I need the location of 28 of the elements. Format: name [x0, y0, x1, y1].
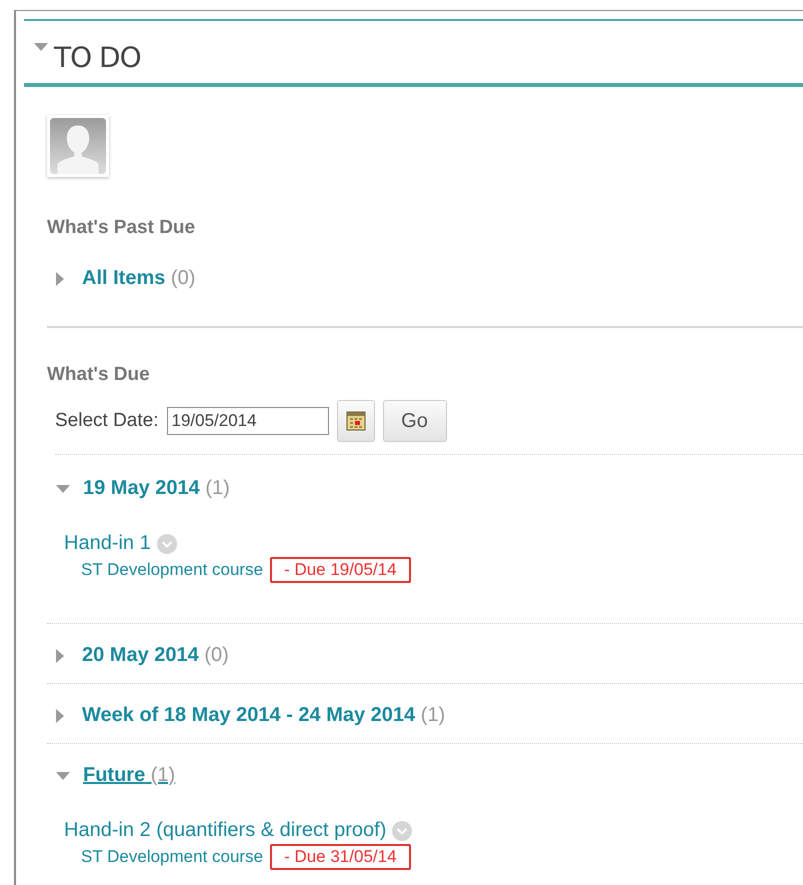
item-link[interactable]: Hand-in 2 (quantifiers & direct proof) [64, 819, 386, 842]
avatar-icon [47, 115, 109, 177]
section-heading: What's Past Due [47, 217, 196, 239]
group-link[interactable]: Week of 18 May 2014 - 24 May 2014 (1) [82, 704, 446, 727]
calendar-icon [346, 411, 366, 431]
section-heading: What's Due [47, 364, 151, 386]
group-link[interactable]: 19 May 2014 (1) [83, 477, 230, 500]
go-button[interactable]: Go [382, 400, 446, 442]
calendar-button[interactable] [336, 400, 374, 442]
collapse-arrow-icon[interactable] [34, 43, 48, 51]
group-link[interactable]: 20 May 2014 (0) [82, 644, 229, 667]
group-link[interactable]: Future (1) [83, 764, 176, 787]
options-chevron-icon[interactable] [156, 534, 177, 554]
options-chevron-icon[interactable] [392, 820, 412, 840]
expand-arrow-icon[interactable] [56, 648, 64, 662]
course-link[interactable]: ST Development course [81, 847, 264, 867]
collapse-arrow-icon[interactable] [56, 484, 70, 492]
due-date-label: - Due 31/05/14 [270, 844, 411, 870]
course-link[interactable]: ST Development course [81, 560, 264, 580]
expand-arrow-icon[interactable] [56, 272, 64, 286]
expand-arrow-icon[interactable] [56, 708, 64, 722]
item-link[interactable]: Hand-in 1 [64, 532, 151, 555]
due-date-label: - Due 19/05/14 [270, 557, 411, 583]
module-title: TO DO [54, 41, 141, 74]
date-label: Select Date: [55, 410, 158, 432]
collapse-arrow-icon[interactable] [56, 772, 70, 780]
date-field[interactable]: 19/05/2014 [166, 407, 328, 435]
group-link[interactable]: All Items (0) [82, 267, 196, 290]
